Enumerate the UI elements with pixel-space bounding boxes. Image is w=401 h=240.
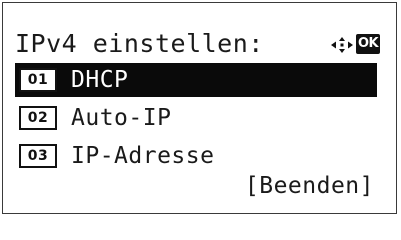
header: IPv4 einstellen: OK xyxy=(15,27,385,61)
exit-softkey[interactable]: [Beenden] xyxy=(245,169,374,203)
item-number-badge: 01 xyxy=(19,68,57,92)
item-number-badge: 02 xyxy=(19,106,57,130)
menu-item-label: DHCP xyxy=(71,67,129,93)
menu-item-ip-adresse[interactable]: 03 IP-Adresse xyxy=(15,139,377,173)
menu-item-dhcp[interactable]: 01 DHCP xyxy=(15,63,377,97)
page-title: IPv4 einstellen: xyxy=(15,29,264,58)
item-number-badge: 03 xyxy=(19,144,57,168)
menu-item-label: Auto-IP xyxy=(71,105,172,131)
menu-list: 01 DHCP 02 Auto-IP 03 IP-Adresse xyxy=(15,63,377,177)
ok-key-icon: OK xyxy=(356,34,380,54)
lcd-panel: IPv4 einstellen: OK 01 DHCP 02 Auto-IP 0… xyxy=(2,2,397,214)
menu-item-auto-ip[interactable]: 02 Auto-IP xyxy=(15,101,377,135)
four-way-arrow-icon xyxy=(331,37,353,53)
menu-item-label: IP-Adresse xyxy=(71,143,215,169)
